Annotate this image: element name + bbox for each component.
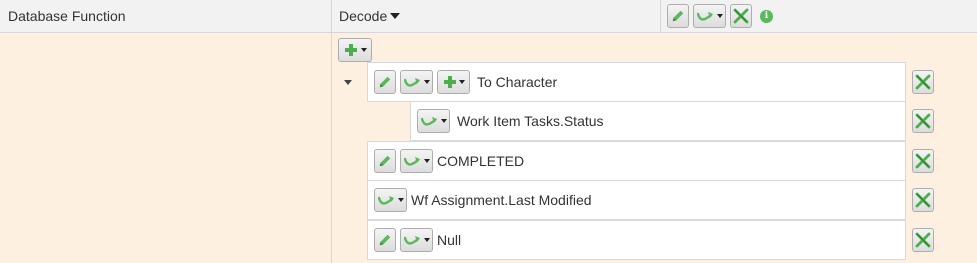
transform-dropdown-button[interactable] [400, 228, 433, 252]
column-header-decode[interactable]: Decode [332, 0, 661, 32]
edit-button[interactable] [667, 4, 689, 28]
header-actions: i [661, 0, 977, 32]
chevron-down-icon [423, 80, 430, 84]
chevron-down-icon [458, 80, 465, 84]
pencil-icon [378, 233, 392, 247]
delete-icon [915, 74, 931, 90]
transform-dropdown-button[interactable] [400, 70, 433, 94]
node-label: Work Item Tasks.Status [457, 113, 604, 129]
transform-dropdown-button[interactable] [417, 109, 450, 133]
transform-dropdown-button[interactable] [374, 188, 407, 212]
delete-button[interactable] [912, 109, 934, 133]
chevron-down-icon [360, 48, 367, 52]
chevron-down-icon [440, 119, 447, 123]
delete-button[interactable] [912, 70, 934, 94]
transform-icon [378, 194, 396, 206]
add-dropdown-button[interactable] [338, 38, 372, 62]
pencil-icon [378, 154, 392, 168]
transform-icon [404, 76, 422, 88]
column-title: Decode [339, 8, 388, 24]
column-header-database-function: Database Function [0, 0, 332, 32]
chevron-down-icon [423, 238, 430, 242]
expression-node-field: Wf Assignment.Last Modified [367, 180, 906, 220]
node-label: COMPLETED [437, 153, 525, 169]
database-function-cell [0, 33, 332, 263]
pencil-icon [378, 75, 392, 89]
transform-icon [697, 10, 715, 22]
transform-icon [421, 115, 439, 127]
node-label: To Character [477, 74, 558, 90]
delete-button[interactable] [912, 149, 934, 173]
info-icon[interactable]: i [760, 9, 773, 23]
chevron-down-icon [423, 159, 430, 163]
expression-node-literal: COMPLETED [367, 141, 906, 181]
delete-icon [733, 8, 749, 24]
delete-button[interactable] [912, 188, 934, 212]
transform-dropdown-button[interactable] [400, 149, 433, 173]
edit-button[interactable] [374, 228, 396, 252]
chevron-down-icon[interactable] [390, 13, 401, 19]
delete-button[interactable] [730, 4, 752, 28]
transform-dropdown-button[interactable] [693, 4, 726, 28]
delete-button[interactable] [912, 228, 934, 252]
column-title: Database Function [8, 8, 126, 24]
delete-icon [915, 232, 931, 248]
expression-node-literal: Null [367, 220, 906, 260]
table-header: Database Function Decode i [0, 0, 977, 33]
collapse-toggle-icon[interactable] [344, 80, 352, 85]
node-label: Null [437, 232, 462, 248]
expression-node-to-character: To Character [367, 62, 906, 102]
chevron-down-icon [397, 198, 404, 202]
add-dropdown-button[interactable] [437, 70, 470, 94]
transform-icon [404, 155, 422, 167]
chevron-down-icon [716, 14, 723, 18]
table-row: To Character Work Item Tasks.Status COMP… [0, 33, 977, 263]
delete-icon [915, 192, 931, 208]
edit-button[interactable] [374, 70, 396, 94]
plus-icon [443, 75, 457, 89]
transform-icon [404, 234, 422, 246]
expression-node-field: Work Item Tasks.Status [410, 101, 906, 141]
node-label: Wf Assignment.Last Modified [411, 192, 592, 208]
plus-icon [344, 43, 358, 57]
pencil-icon [671, 9, 685, 23]
delete-icon [915, 153, 931, 169]
edit-button[interactable] [374, 149, 396, 173]
delete-icon [915, 113, 931, 129]
